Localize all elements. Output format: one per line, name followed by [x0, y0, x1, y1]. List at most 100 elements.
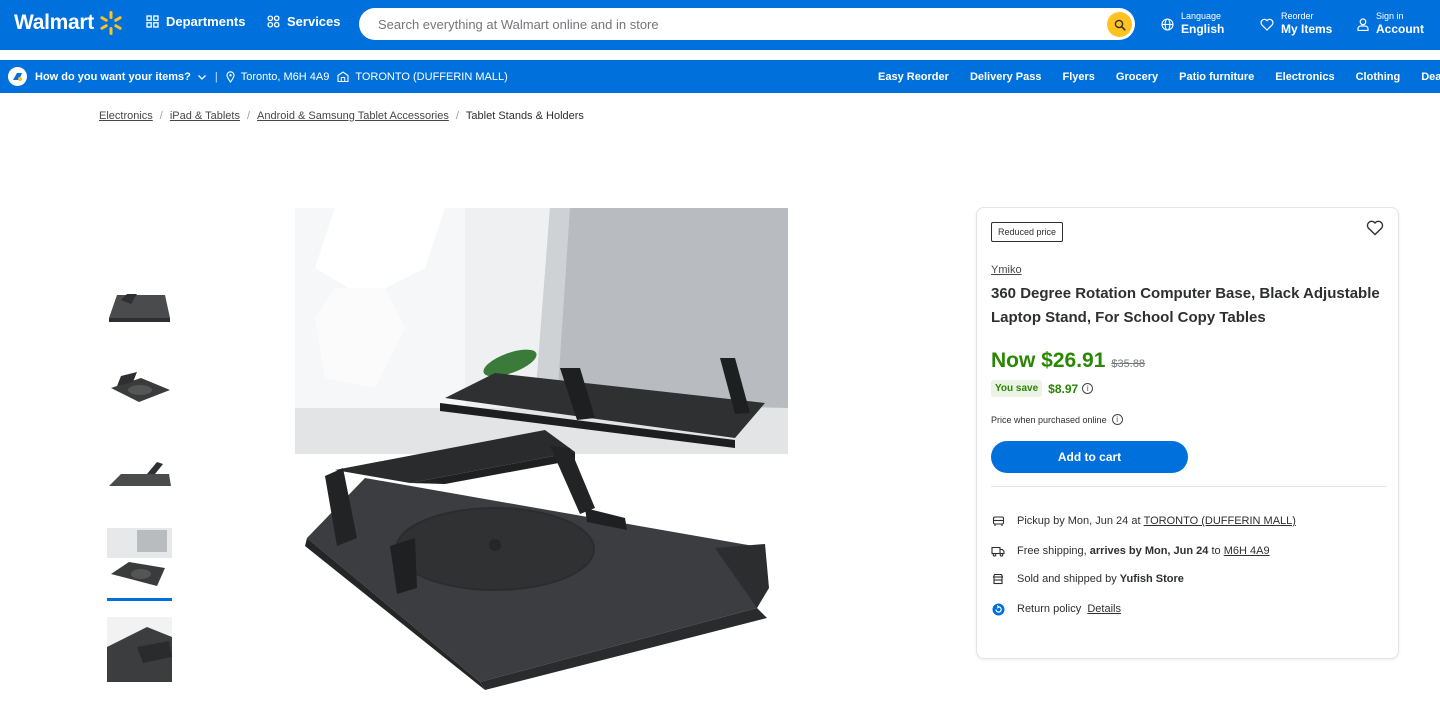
shipping-truck-icon: [991, 544, 1005, 558]
breadcrumb: Electronics / iPad & Tablets / Android &…: [99, 110, 584, 122]
fulfillment-selector[interactable]: How do you want your items? | Toronto, M…: [8, 67, 516, 86]
shipping-arrival-date: arrives by Mon, Jun 24: [1089, 545, 1209, 557]
price-row: Now $26.91 $35.88: [991, 349, 1145, 373]
shipping-to-text: to: [1211, 545, 1221, 557]
link-clothing[interactable]: Clothing: [1356, 71, 1401, 83]
fulfillment-icon: [8, 67, 27, 86]
thumbnail-5[interactable]: [107, 617, 172, 682]
current-price: Now $26.91: [991, 349, 1106, 372]
sold-by-text: Sold and shipped by: [1017, 573, 1117, 585]
link-grocery[interactable]: Grocery: [1116, 71, 1158, 83]
card-divider: [991, 486, 1386, 487]
chevron-down-icon: [197, 74, 206, 80]
grid-icon: [146, 15, 159, 28]
postal-code: Toronto, M6H 4A9: [240, 70, 330, 83]
postal-location[interactable]: Toronto, M6H 4A9: [226, 70, 330, 83]
savings-info-icon[interactable]: i: [1082, 383, 1094, 394]
top-header: Walmart Departments Services Search ever…: [0, 0, 1440, 50]
search-icon: [1114, 19, 1126, 31]
thumbnail-4-active[interactable]: [107, 528, 172, 593]
pickup-store-link[interactable]: TORONTO (DUFFERIN MALL): [1144, 515, 1296, 527]
secondary-nav-bar: How do you want your items? | Toronto, M…: [0, 60, 1440, 93]
link-patio-furniture[interactable]: Patio furniture: [1179, 71, 1254, 83]
savings-row: You save $8.97 i: [991, 380, 1094, 397]
signin-small-label: Sign in: [1376, 11, 1404, 21]
search-input[interactable]: [378, 16, 1078, 32]
you-save-label: You save: [991, 380, 1043, 397]
seller-row: Sold and shipped by Yufish Store: [991, 572, 1184, 586]
reorder-small-label: Reorder: [1281, 11, 1314, 21]
thumbnail-active-indicator: [107, 598, 172, 601]
link-deals[interactable]: Deals of t: [1421, 71, 1440, 83]
language-selector[interactable]: Language English: [1161, 11, 1224, 37]
language-value: English: [1181, 22, 1225, 36]
add-to-cart-button[interactable]: Add to cart: [991, 441, 1188, 473]
quick-links: Easy Reorder Delivery Pass Flyers Grocer…: [878, 71, 1440, 83]
seller-name[interactable]: Yufish Store: [1120, 573, 1184, 585]
price-info-icon[interactable]: i: [1111, 414, 1123, 425]
pickup-car-icon: [991, 514, 1005, 528]
services-icon: [267, 15, 280, 28]
link-delivery-pass[interactable]: Delivery Pass: [970, 71, 1042, 83]
link-electronics[interactable]: Electronics: [1275, 71, 1334, 83]
store-location[interactable]: TORONTO (DUFFERIN MALL): [337, 70, 508, 83]
breadcrumb-current: Tablet Stands & Holders: [465, 110, 584, 122]
fulfillment-question: How do you want your items?: [35, 70, 191, 83]
services-button[interactable]: Services: [267, 14, 341, 29]
thumbnail-2[interactable]: [107, 352, 172, 417]
shipping-postal-link[interactable]: M6H 4A9: [1224, 545, 1270, 557]
location-pin-icon: [226, 70, 235, 83]
breadcrumb-ipad-tablets[interactable]: iPad & Tablets: [170, 110, 240, 122]
globe-icon: [1161, 17, 1174, 31]
stand-side-thumbnail-image: [109, 462, 171, 486]
brand-link[interactable]: Ymiko: [991, 264, 1022, 276]
services-label: Services: [287, 14, 341, 29]
store-icon: [991, 572, 1005, 586]
user-icon: [1357, 17, 1369, 31]
pickup-text: Pickup by Mon, Jun 24 at: [1017, 515, 1141, 527]
walmart-logo[interactable]: Walmart: [14, 10, 124, 36]
store-name: TORONTO (DUFFERIN MALL): [355, 70, 508, 83]
pickup-row: Pickup by Mon, Jun 24 at TORONTO (DUFFER…: [991, 514, 1296, 528]
shipping-row: Free shipping, arrives by Mon, Jun 24 to…: [991, 544, 1270, 558]
spark-icon: [100, 11, 122, 35]
stand-with-laptop-thumbnail-image: [107, 528, 172, 586]
thumbnail-1[interactable]: [107, 270, 172, 335]
main-product-image[interactable]: [295, 208, 788, 701]
language-small-label: Language: [1181, 11, 1222, 21]
return-policy-label: Return policy: [1017, 603, 1082, 615]
breadcrumb-separator: /: [159, 110, 163, 122]
heart-icon: [1260, 18, 1274, 31]
stand-thumbnail-image: [109, 294, 170, 322]
store-icon: [337, 71, 349, 82]
was-price: $35.88: [1111, 358, 1146, 370]
search-button[interactable]: [1107, 12, 1132, 37]
price-note: Price when purchased online i: [991, 414, 1123, 425]
search-bar: [359, 8, 1135, 40]
return-policy-icon: [991, 602, 1005, 616]
breadcrumb-separator: /: [246, 110, 251, 122]
breadcrumb-electronics[interactable]: Electronics: [99, 110, 153, 122]
price-note-text: Price when purchased online: [991, 414, 1107, 425]
divider: |: [214, 70, 218, 83]
breadcrumb-separator: /: [455, 110, 459, 122]
link-easy-reorder[interactable]: Easy Reorder: [878, 71, 949, 83]
shipping-prefix: Free shipping,: [1017, 545, 1087, 557]
thumbnail-3[interactable]: [107, 438, 172, 503]
link-flyers[interactable]: Flyers: [1063, 71, 1095, 83]
return-policy-row: Return policy Details: [991, 602, 1121, 616]
favorite-heart-icon[interactable]: [1366, 220, 1384, 236]
account-label: Account: [1376, 22, 1424, 36]
you-save-amount: $8.97: [1048, 381, 1079, 396]
departments-label: Departments: [166, 14, 246, 29]
departments-button[interactable]: Departments: [146, 14, 245, 29]
my-items-label: My Items: [1281, 22, 1333, 36]
breadcrumb-android-samsung[interactable]: Android & Samsung Tablet Accessories: [257, 110, 449, 122]
product-info-card: Reduced price Ymiko 360 Degree Rotation …: [976, 207, 1399, 659]
logo-text: Walmart: [14, 11, 94, 34]
reorder-my-items[interactable]: Reorder My Items: [1260, 11, 1332, 37]
account-signin[interactable]: Sign in Account: [1357, 11, 1424, 37]
return-details-link[interactable]: Details: [1087, 603, 1121, 615]
stand-closeup-thumbnail-image: [107, 617, 172, 682]
stand-angle-thumbnail-image: [111, 372, 170, 402]
